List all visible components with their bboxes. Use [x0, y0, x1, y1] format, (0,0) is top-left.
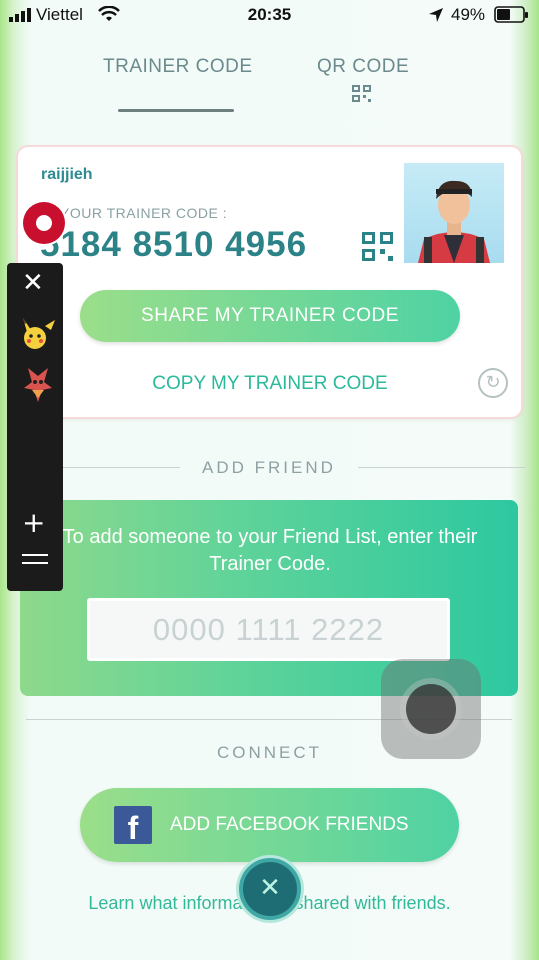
add-icon[interactable]: +: [22, 506, 45, 539]
location-arrow-icon: [429, 8, 443, 22]
divider: [62, 467, 180, 468]
share-trainer-code-button[interactable]: SHARE MY TRAINER CODE: [80, 290, 460, 342]
copy-trainer-code-link[interactable]: COPY MY TRAINER CODE: [80, 373, 460, 395]
pikachu-icon[interactable]: [17, 316, 59, 352]
location-pin-icon[interactable]: [23, 202, 65, 244]
qr-code-icon[interactable]: [362, 232, 394, 262]
divider: [358, 467, 526, 468]
close-icon[interactable]: ✕: [22, 268, 44, 298]
trainer-avatar: [404, 163, 504, 263]
add-friend-instructions: To add someone to your Friend List, ente…: [62, 526, 478, 575]
close-button[interactable]: ✕: [239, 858, 301, 920]
assistive-touch-dot: [406, 684, 456, 734]
battery-icon: [494, 6, 528, 23]
battery-percent: 49%: [451, 5, 486, 24]
refresh-icon[interactable]: ↻: [478, 368, 508, 398]
overlay-toolbar: [7, 263, 63, 591]
qr-code-icon[interactable]: [352, 85, 372, 103]
pokemon-icon[interactable]: [18, 364, 58, 406]
trainer-username: raijjieh: [41, 166, 93, 183]
tab-qr-code[interactable]: QR CODE: [317, 56, 409, 78]
friend-code-input[interactable]: [87, 598, 450, 661]
add-friend-title: ADD FRIEND: [202, 458, 336, 477]
facebook-icon: f: [114, 806, 152, 846]
trainer-code: 5184 8510 4956: [40, 225, 308, 264]
active-tab-indicator: [118, 109, 234, 112]
status-bar: Viettel 20:35 49%: [0, 0, 539, 30]
trainer-code-label: YOUR TRAINER CODE :: [60, 205, 228, 221]
tab-trainer-code[interactable]: TRAINER CODE: [103, 56, 253, 78]
menu-icon[interactable]: [22, 554, 48, 570]
